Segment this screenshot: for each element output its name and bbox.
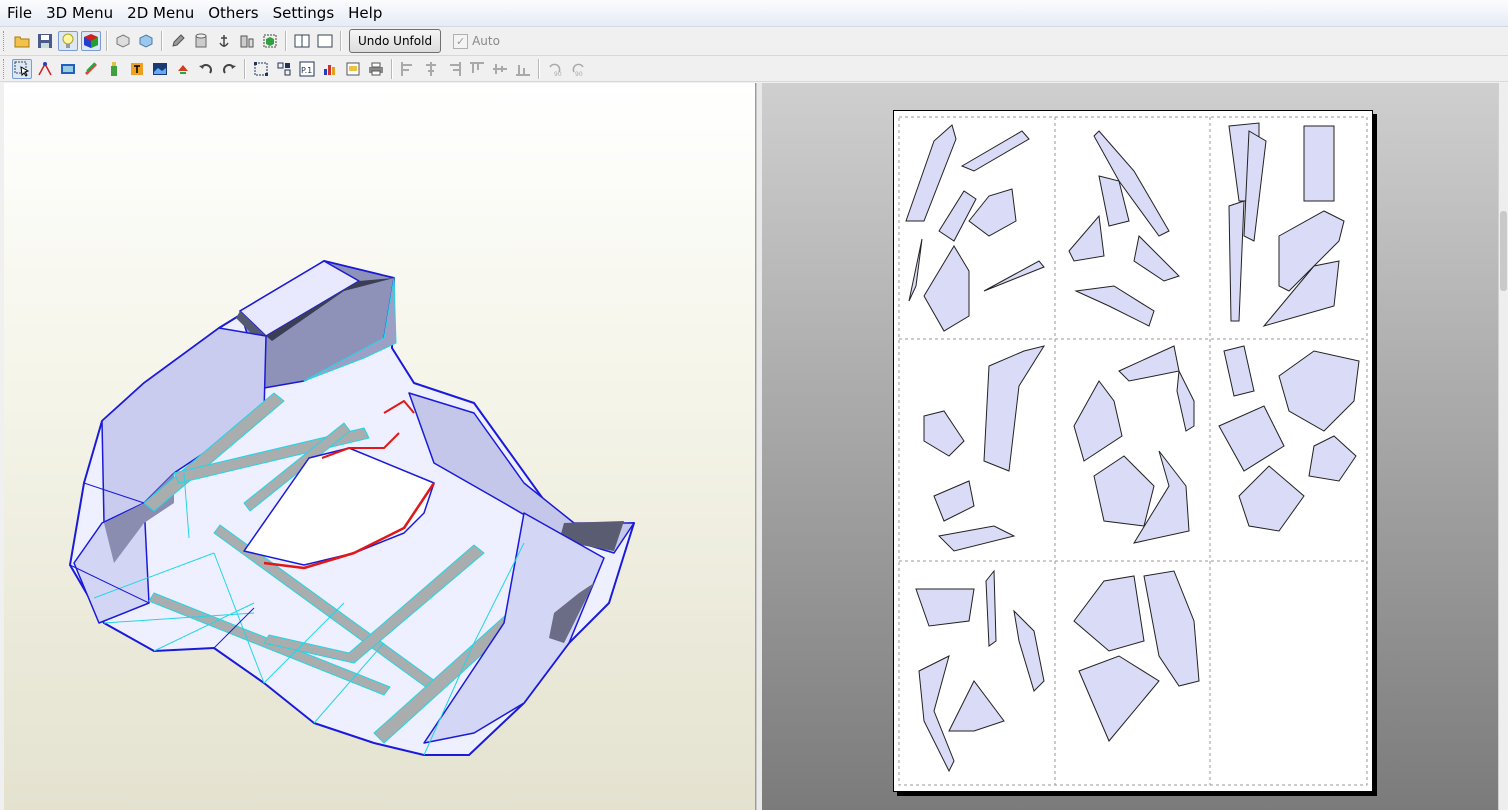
ruler-icon[interactable]: [81, 59, 101, 79]
undo-unfold-button[interactable]: Undo Unfold: [349, 29, 442, 53]
select-arrow-icon[interactable]: [11, 58, 32, 79]
vertical-scrollbar[interactable]: [1498, 83, 1508, 810]
toolbar-separator: [106, 31, 107, 51]
window-single-icon[interactable]: [292, 31, 312, 51]
image-tool-icon[interactable]: [150, 59, 170, 79]
text-tool-icon[interactable]: [127, 59, 147, 79]
main-toolbar: Undo Unfold ✓ Auto: [0, 27, 1508, 56]
menu-3d[interactable]: 3D Menu: [39, 0, 120, 26]
auto-checkbox[interactable]: ✓: [453, 33, 469, 49]
pencil-icon[interactable]: [168, 31, 188, 51]
rotate-90-ccw-icon[interactable]: 90: [545, 59, 565, 79]
undo-rotate-icon[interactable]: [196, 59, 216, 79]
page-setup-icon[interactable]: [343, 59, 363, 79]
menu-bar: File 3D Menu 2D Menu Others Settings Hel…: [0, 0, 1508, 27]
unfolded-parts: [898, 116, 1368, 786]
toolbar-separator: [285, 31, 286, 51]
print-icon[interactable]: [366, 59, 386, 79]
toolbar-separator: [340, 31, 341, 51]
svg-text:P.1: P.1: [301, 66, 312, 75]
auto-label: Auto: [472, 34, 500, 48]
viewport-3d[interactable]: [4, 83, 756, 810]
group-icon[interactable]: [274, 59, 294, 79]
move-part-icon[interactable]: [173, 59, 193, 79]
auto-option: ✓ Auto: [453, 33, 500, 49]
align-bottom-icon[interactable]: [513, 59, 533, 79]
bottle-icon[interactable]: [104, 59, 124, 79]
edge-join-icon[interactable]: [35, 59, 55, 79]
menu-help[interactable]: Help: [341, 0, 389, 26]
rotate-90-cw-icon[interactable]: 90: [568, 59, 588, 79]
cube-join-icon[interactable]: [260, 31, 280, 51]
model-3d: [69, 260, 635, 756]
toolbar-separator: [161, 31, 162, 51]
toolbar-separator: [244, 58, 245, 79]
cylinder-icon[interactable]: [191, 31, 211, 51]
align-center-icon[interactable]: [421, 59, 441, 79]
svg-text:90: 90: [554, 71, 562, 77]
window-double-icon[interactable]: [315, 31, 335, 51]
align-right-icon[interactable]: [444, 59, 464, 79]
toolbar-separator: [538, 58, 539, 79]
part-split-icon[interactable]: [237, 31, 257, 51]
toolbar-grip[interactable]: [3, 31, 7, 51]
open-folder-icon[interactable]: [12, 31, 32, 51]
menu-2d[interactable]: 2D Menu: [120, 0, 201, 26]
menu-file[interactable]: File: [0, 0, 39, 26]
page-number-icon[interactable]: P.1: [297, 59, 317, 79]
frame-select-icon[interactable]: [251, 59, 271, 79]
redo-rotate-icon[interactable]: [219, 59, 239, 79]
film-icon[interactable]: [58, 59, 78, 79]
align-middle-icon[interactable]: [490, 59, 510, 79]
viewport-2d[interactable]: [762, 83, 1498, 810]
box-texture-icon[interactable]: [136, 31, 156, 51]
anchor-icon[interactable]: [214, 31, 234, 51]
print-sheet: [893, 110, 1373, 792]
toolbar-grip[interactable]: [3, 58, 7, 79]
bar-chart-icon[interactable]: [320, 59, 340, 79]
color-cube-icon[interactable]: [80, 31, 101, 51]
secondary-toolbar: P.1 90 90: [0, 56, 1508, 82]
svg-text:90: 90: [575, 71, 583, 77]
align-left-icon[interactable]: [398, 59, 418, 79]
toolbar-separator: [391, 58, 392, 79]
light-bulb-icon[interactable]: [57, 31, 78, 51]
scrollbar-thumb[interactable]: [1500, 211, 1507, 291]
menu-settings[interactable]: Settings: [266, 0, 342, 26]
box-3d-icon[interactable]: [113, 31, 133, 51]
save-icon[interactable]: [35, 31, 55, 51]
align-top-icon[interactable]: [467, 59, 487, 79]
menu-others[interactable]: Others: [201, 0, 265, 26]
